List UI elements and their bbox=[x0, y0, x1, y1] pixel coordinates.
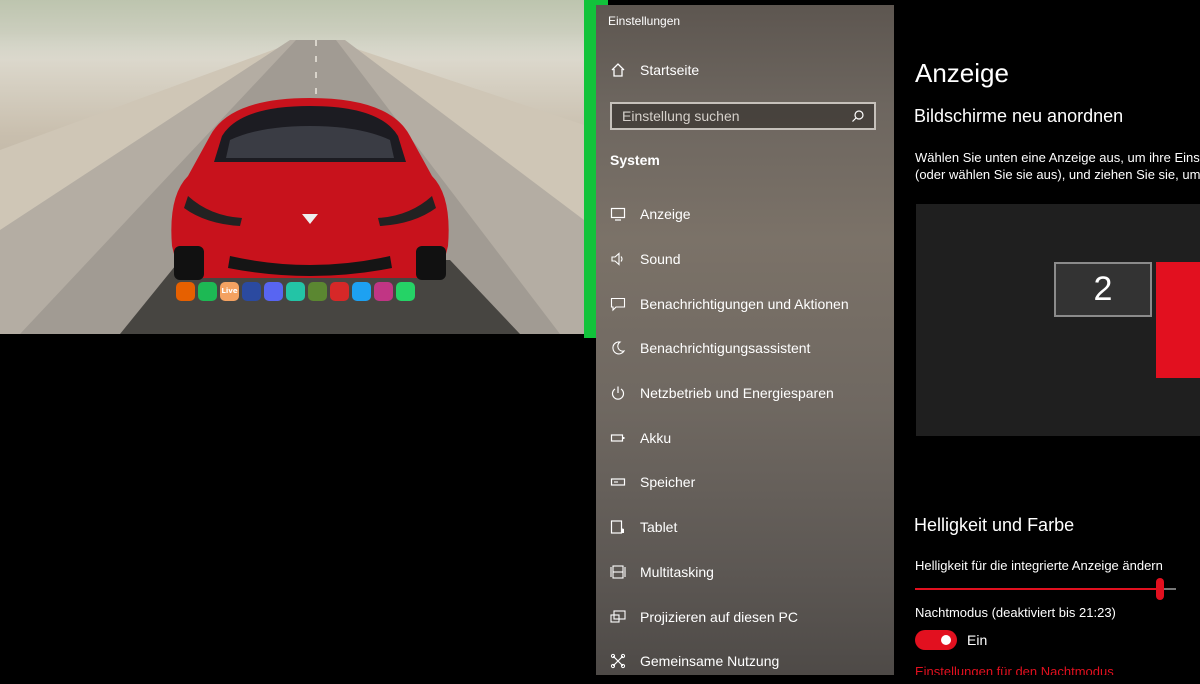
brightness-slider[interactable] bbox=[915, 578, 1176, 600]
sidebar-item-label: Projizieren auf diesen PC bbox=[640, 608, 798, 625]
sidebar-item-label: Benachrichtigungsassistent bbox=[640, 340, 811, 357]
settings-nav: Anzeige Sound Benachrichtigungen und Aktio… bbox=[610, 192, 890, 684]
live-icon[interactable]: Live bbox=[220, 281, 239, 301]
app-dock: Live bbox=[176, 280, 415, 302]
sidebar-item-speicher[interactable]: Speicher bbox=[610, 460, 890, 505]
monitor-icon bbox=[610, 206, 626, 222]
storage-icon bbox=[610, 474, 626, 490]
window-title: Einstellungen bbox=[608, 14, 681, 28]
section-label: System bbox=[610, 152, 660, 168]
sidebar-item-netzbetrieb[interactable]: Netzbetrieb und Energiesparen bbox=[610, 371, 890, 416]
description-line-2: (oder wählen Sie sie aus), und ziehen Si… bbox=[915, 167, 1200, 182]
davinci-resolve-icon[interactable] bbox=[242, 281, 261, 301]
project-icon bbox=[610, 609, 626, 625]
sidebar-item-label: Netzbetrieb und Energiesparen bbox=[640, 385, 834, 402]
slider-fill bbox=[915, 588, 1161, 590]
sidebar-item-label: Benachrichtigungen und Aktionen bbox=[640, 295, 849, 312]
sidebar-item-sound[interactable]: Sound bbox=[610, 237, 890, 282]
sidebar-item-label: Tablet bbox=[640, 519, 678, 536]
home-link[interactable]: Startseite bbox=[610, 62, 699, 78]
page-title: Anzeige bbox=[915, 58, 1009, 88]
toggle-knob bbox=[941, 635, 951, 645]
spotify-icon[interactable] bbox=[198, 281, 217, 301]
sidebar-item-label: Multitasking bbox=[640, 563, 714, 580]
desktop-wallpaper: Live bbox=[0, 0, 584, 334]
sidebar-item-label: Gemeinsame Nutzung bbox=[640, 653, 780, 670]
sidebar-item-akku[interactable]: Akku bbox=[610, 415, 890, 460]
brightness-label: Helligkeit für die integrierte Anzeige ä… bbox=[915, 558, 1163, 573]
home-label: Startseite bbox=[640, 62, 700, 78]
night-mode-settings-link[interactable]: Einstellungen für den Nachtmodus bbox=[915, 664, 1114, 675]
search-icon[interactable] bbox=[850, 108, 866, 124]
sidebar-item-projizieren[interactable]: Projizieren auf diesen PC bbox=[610, 594, 890, 639]
sidebar-item-label: Akku bbox=[640, 429, 672, 446]
twitter-icon[interactable] bbox=[352, 281, 371, 301]
night-mode-toggle[interactable] bbox=[915, 630, 957, 650]
share-icon bbox=[610, 653, 626, 669]
settings-search[interactable] bbox=[610, 102, 876, 130]
firefox-icon[interactable] bbox=[176, 281, 195, 301]
multitasking-icon bbox=[610, 564, 626, 580]
display-arrangement-area: 2 bbox=[916, 204, 1200, 436]
monitor-2[interactable]: 2 bbox=[1054, 262, 1152, 317]
monitor-2-label: 2 bbox=[1093, 270, 1113, 308]
power-icon bbox=[610, 385, 626, 401]
chat-app-icon[interactable] bbox=[286, 281, 305, 301]
speaker-icon bbox=[610, 251, 626, 267]
red-car-image bbox=[171, 98, 449, 280]
rearrange-heading: Bildschirme neu anordnen bbox=[914, 106, 1124, 126]
minecraft-icon[interactable] bbox=[308, 281, 327, 301]
sidebar-item-label: Anzeige bbox=[640, 206, 691, 223]
settings-sidebar: Einstellungen Startseite System Anzeige S… bbox=[596, 5, 894, 675]
sidebar-item-multitasking[interactable]: Multitasking bbox=[610, 550, 890, 595]
sidebar-item-tablet[interactable]: Tablet bbox=[610, 505, 890, 550]
home-icon bbox=[610, 62, 626, 78]
slider-thumb[interactable] bbox=[1156, 578, 1165, 600]
pokerstars-icon[interactable] bbox=[330, 281, 349, 301]
rearrange-description: Wählen Sie unten eine Anzeige aus, um ih… bbox=[915, 149, 1200, 183]
moon-icon bbox=[610, 340, 626, 356]
notification-icon bbox=[610, 296, 626, 312]
instagram-icon[interactable] bbox=[374, 281, 393, 301]
discord-icon[interactable] bbox=[264, 281, 283, 301]
sidebar-item-label: Sound bbox=[640, 251, 681, 268]
sidebar-item-benachrichtigungsassistent[interactable]: Benachrichtigungsassistent bbox=[610, 326, 890, 371]
search-input[interactable] bbox=[620, 107, 844, 125]
tablet-icon bbox=[610, 519, 626, 535]
sidebar-item-anzeige[interactable]: Anzeige bbox=[610, 192, 890, 237]
battery-icon bbox=[610, 430, 626, 446]
display-settings-pane: Anzeige Bildschirme neu anordnen Wählen … bbox=[894, 0, 1200, 675]
description-line-1: Wählen Sie unten eine Anzeige aus, um ih… bbox=[915, 150, 1200, 165]
night-mode-label: Nachtmodus (deaktiviert bis 21:23) bbox=[915, 605, 1116, 620]
sidebar-item-gemeinsame[interactable]: Gemeinsame Nutzung bbox=[610, 639, 890, 684]
night-mode-state: Ein bbox=[967, 632, 988, 648]
monitor-1-selected[interactable] bbox=[1156, 262, 1200, 378]
brightness-heading: Helligkeit und Farbe bbox=[914, 515, 1075, 535]
whatsapp-icon[interactable] bbox=[396, 281, 415, 301]
sidebar-item-benachrichtigungen[interactable]: Benachrichtigungen und Aktionen bbox=[610, 281, 890, 326]
sidebar-item-label: Speicher bbox=[640, 474, 696, 491]
